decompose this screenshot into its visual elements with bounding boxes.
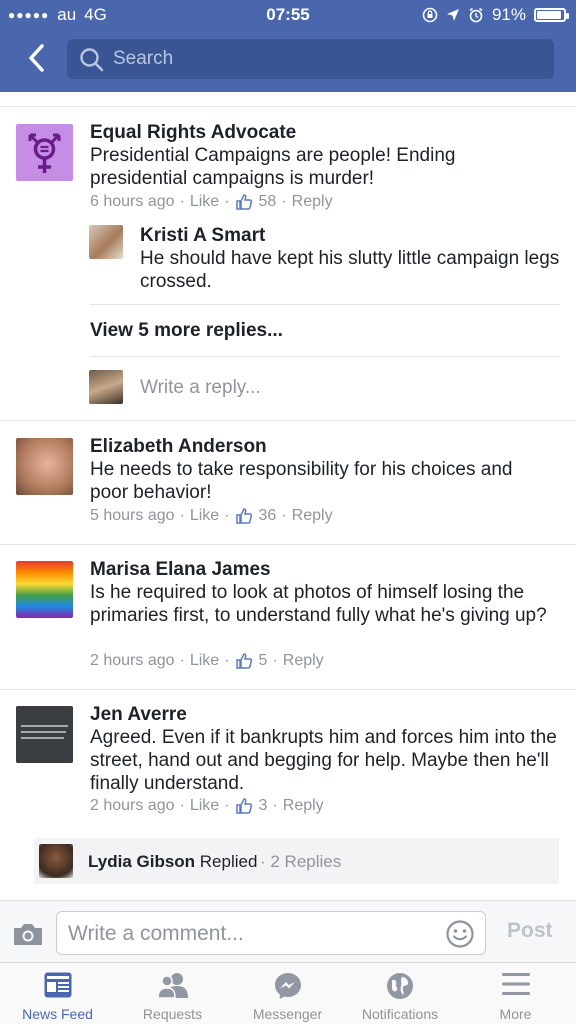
comment-time[interactable]: 5 hours ago [90,507,175,525]
like-link[interactable]: Like [190,652,219,670]
rotation-lock-icon [422,7,438,23]
comment-time[interactable]: 6 hours ago [90,193,175,211]
comment-composer: Write a comment... [0,900,576,962]
thumbs-up-icon [235,653,252,669]
reply-link[interactable]: Reply [283,797,324,815]
tab-news-feed[interactable]: News Feed [0,963,115,1024]
smiley-icon[interactable] [445,919,475,949]
view-more-replies-link[interactable]: View 5 more replies... [90,320,283,342]
tab-label: Notifications [361,1006,439,1022]
back-button[interactable] [22,40,52,76]
replies-count: · 2 Replies [260,852,342,871]
comment-author[interactable]: Equal Rights Advocate [90,122,296,144]
camera-icon[interactable] [12,921,44,947]
reply-link[interactable]: Reply [283,652,324,670]
comment-time[interactable]: 2 hours ago [90,652,175,670]
comment-meta: 6 hours ago · Like · 58 · Reply [90,193,333,211]
avatar[interactable] [16,438,73,495]
comment-meta: 2 hours ago · Like · 3 · Reply [90,797,324,815]
text-image-icon [16,706,73,763]
replies-summary[interactable]: Lydia Gibson Replied · 2 Replies [34,838,559,884]
tab-more[interactable]: More [458,963,573,1024]
comment-text: Agreed. Even if it bankrupts him and for… [90,727,557,794]
divider [0,106,576,107]
tab-label: Requests [142,1006,203,1022]
thumbs-up-icon [235,508,252,524]
tab-label: Messenger [252,1006,323,1022]
comment-time[interactable]: 2 hours ago [90,797,175,815]
alarm-icon [469,7,483,23]
tab-notifications[interactable]: Notifications [345,963,455,1024]
top-bar: ●●●●● au 4G 07:55 91% Search [0,0,576,92]
tab-label: More [499,1006,532,1022]
location-arrow-icon [446,9,459,21]
tab-requests[interactable]: Requests [115,963,230,1024]
comment-meta: 5 hours ago · Like · 36 · Reply [90,507,333,525]
comment-input[interactable]: Write a comment... [56,911,486,955]
comment-author[interactable]: Jen Averre [90,704,187,726]
write-reply-input[interactable]: Write a reply... [140,377,261,399]
thumbs-up-icon [235,798,252,814]
divider [0,689,576,690]
tab-bar: News Feed Requests Messenger Notificatio… [0,962,576,1024]
avatar [39,844,73,878]
like-count: 36 [258,507,277,524]
comment-placeholder: Write a comment... [68,922,244,945]
comment-text: Presidential Campaigns are people! Endin… [90,145,456,189]
like-count: 58 [258,193,277,210]
friend-requests-icon [156,973,188,999]
reply-text: He should have kept his slutty little ca… [140,248,560,292]
comment-author[interactable]: Marisa Elana James [90,559,271,581]
tab-messenger[interactable]: Messenger [230,963,345,1024]
battery-percent: 91% [491,5,526,24]
comment-text: Is he required to look at photos of hims… [90,582,547,626]
avatar[interactable] [89,225,123,259]
like-count: 3 [258,797,268,814]
comment-meta: 2 hours ago · Like · 5 · Reply [90,652,324,670]
thumbs-up-icon [235,194,252,210]
tab-label: News Feed [22,1006,93,1022]
comment-text: He needs to take responsibility for his … [90,459,513,503]
globe-icon [387,973,413,999]
search-placeholder: Search [113,48,174,69]
status-bar: ●●●●● au 4G 07:55 91% [0,0,576,30]
like-link[interactable]: Like [190,193,219,211]
divider [90,356,560,357]
gender-equality-symbol-icon [28,133,61,173]
replied-label: Replied [199,852,258,871]
avatar[interactable] [16,561,73,618]
reply-author[interactable]: Kristi A Smart [140,225,265,247]
news-feed-icon [44,972,71,998]
avatar [89,370,123,404]
chevron-left-icon [29,44,44,72]
divider [0,544,576,545]
divider [90,304,560,305]
replier-name: Lydia Gibson [88,852,196,871]
search-bar[interactable]: Search [67,39,554,79]
comment-author[interactable]: Elizabeth Anderson [90,436,267,458]
menu-icon [501,973,530,995]
like-link[interactable]: Like [190,507,219,525]
like-link[interactable]: Like [190,797,219,815]
search-icon [80,48,104,72]
post-button[interactable]: Post [507,919,553,943]
divider [0,420,576,421]
comments-feed[interactable]: Equal Rights Advocate Presidential Campa… [0,92,576,900]
messenger-icon [274,973,301,999]
reply-link[interactable]: Reply [292,507,333,525]
battery-icon [534,8,569,22]
avatar[interactable] [16,124,73,181]
reply-link[interactable]: Reply [292,193,333,211]
avatar[interactable] [16,706,73,763]
like-count: 5 [258,652,268,669]
